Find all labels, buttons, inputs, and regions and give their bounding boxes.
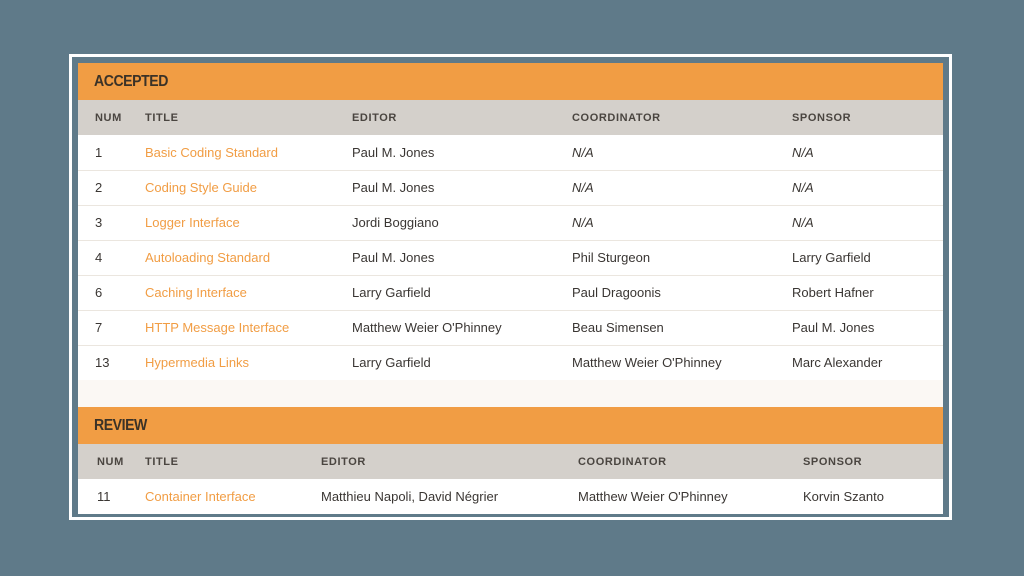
cell-sponsor: Marc Alexander: [792, 355, 883, 371]
review-section: REVIEW NUM TITLE EDITOR COORDINATOR SPON…: [78, 407, 943, 514]
cell-editor: Matthieu Napoli, David Négrier: [321, 489, 499, 504]
table-row: 1 Basic Coding Standard Paul M. Jones N/…: [78, 135, 943, 170]
table-row: 2 Coding Style Guide Paul M. Jones N/A N…: [78, 170, 943, 205]
column-header-title: TITLE: [145, 111, 179, 124]
column-header-coordinator: COORDINATOR: [572, 111, 661, 124]
slide-frame: ACCEPTED NUM TITLE EDITOR COORDINATOR SP…: [69, 54, 952, 520]
cell-coordinator: Paul Dragoonis: [572, 285, 661, 300]
cell-num: 2: [95, 180, 103, 195]
cell-sponsor: N/A: [792, 180, 814, 195]
cell-title-link[interactable]: Coding Style Guide: [145, 170, 352, 205]
cell-title-link[interactable]: Logger Interface: [145, 205, 352, 240]
cell-num: 7: [95, 320, 103, 335]
cell-sponsor: Robert Hafner: [792, 285, 874, 300]
content-panel: ACCEPTED NUM TITLE EDITOR COORDINATOR SP…: [78, 63, 943, 514]
table-row: 3 Logger Interface Jordi Boggiano N/A N/…: [78, 205, 943, 240]
cell-num: 3: [95, 215, 103, 230]
cell-sponsor: Larry Garfield: [792, 250, 871, 265]
cell-title-link[interactable]: Hypermedia Links: [145, 345, 352, 380]
table-row: 13 Hypermedia Links Larry Garfield Matth…: [78, 345, 943, 380]
cell-coordinator: Matthew Weier O'Phinney: [572, 355, 722, 371]
column-header-num: NUM: [95, 111, 122, 124]
cell-sponsor: N/A: [792, 144, 814, 160]
cell-coordinator: N/A: [572, 144, 594, 160]
accepted-heading-text: ACCEPTED: [94, 73, 168, 90]
cell-sponsor: Korvin Szanto: [803, 489, 884, 504]
table-row: 6 Caching Interface Larry Garfield Paul …: [78, 275, 943, 310]
accepted-heading: ACCEPTED: [78, 63, 943, 100]
cell-title-link[interactable]: Container Interface: [145, 479, 321, 514]
cell-editor: Matthew Weier O'Phinney: [352, 320, 502, 335]
cell-editor: Jordi Boggiano: [352, 215, 439, 230]
column-header-title: TITLE: [145, 455, 179, 468]
accepted-section: ACCEPTED NUM TITLE EDITOR COORDINATOR SP…: [78, 63, 943, 380]
cell-title-link[interactable]: Basic Coding Standard: [145, 135, 352, 170]
column-header-sponsor: SPONSOR: [803, 455, 863, 468]
cell-title-link[interactable]: Caching Interface: [145, 275, 352, 310]
column-header-editor: EDITOR: [321, 455, 366, 468]
cell-coordinator: Phil Sturgeon: [572, 250, 651, 265]
column-header-sponsor: SPONSOR: [792, 111, 852, 124]
cell-num: 11: [97, 489, 111, 504]
cell-editor: Paul M. Jones: [352, 144, 435, 160]
cell-editor: Larry Garfield: [352, 285, 431, 300]
cell-num: 4: [95, 250, 103, 265]
table-row: 7 HTTP Message Interface Matthew Weier O…: [78, 310, 943, 345]
cell-sponsor: Paul M. Jones: [792, 320, 875, 335]
review-header-row: NUM TITLE EDITOR COORDINATOR SPONSOR: [78, 444, 943, 479]
cell-title-link[interactable]: Autoloading Standard: [145, 240, 352, 275]
cell-num: 6: [95, 285, 103, 300]
accepted-header-row: NUM TITLE EDITOR COORDINATOR SPONSOR: [78, 100, 943, 135]
table-row: 11 Container Interface Matthieu Napoli, …: [78, 479, 943, 514]
cell-editor: Paul M. Jones: [352, 250, 435, 265]
cell-title-link[interactable]: HTTP Message Interface: [145, 310, 352, 345]
accepted-table: NUM TITLE EDITOR COORDINATOR SPONSOR 1 B…: [78, 100, 943, 380]
review-table: NUM TITLE EDITOR COORDINATOR SPONSOR 11 …: [78, 444, 943, 514]
table-row: 4 Autoloading Standard Paul M. Jones Phi…: [78, 240, 943, 275]
column-header-coordinator: COORDINATOR: [578, 455, 667, 468]
cell-coordinator: N/A: [572, 180, 594, 195]
review-heading-text: REVIEW: [94, 417, 147, 434]
cell-editor: Larry Garfield: [352, 355, 431, 371]
cell-sponsor: N/A: [792, 215, 814, 230]
cell-num: 1: [95, 144, 103, 160]
column-header-editor: EDITOR: [352, 111, 397, 124]
cell-coordinator: Beau Simensen: [572, 320, 664, 335]
cell-editor: Paul M. Jones: [352, 180, 435, 195]
cell-num: 13: [95, 355, 110, 371]
cell-coordinator: Matthew Weier O'Phinney: [578, 489, 728, 504]
review-heading: REVIEW: [78, 407, 943, 444]
cell-coordinator: N/A: [572, 215, 594, 230]
column-header-num: NUM: [97, 455, 124, 468]
